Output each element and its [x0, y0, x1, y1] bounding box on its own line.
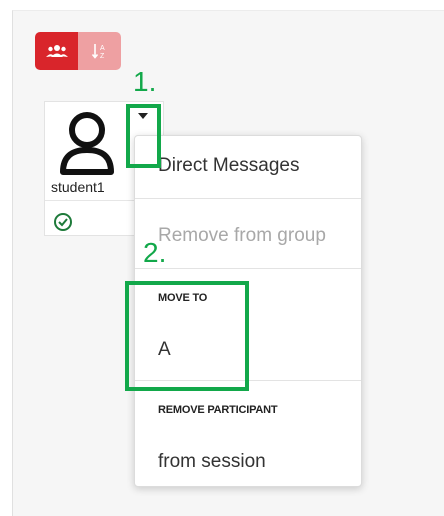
svg-text:A: A	[100, 45, 105, 52]
svg-text:Z: Z	[100, 53, 105, 60]
annotation-step1-label: 1.	[133, 66, 157, 97]
user-avatar-icon	[60, 112, 114, 175]
menu-divider	[135, 268, 361, 269]
participant-name: student1	[51, 179, 105, 195]
group-icon	[45, 45, 68, 57]
view-toggle: A Z	[35, 32, 121, 70]
remove-participant-header: REMOVE PARTICIPANT	[158, 404, 278, 416]
menu-divider	[135, 198, 361, 199]
check-circle-icon	[54, 213, 72, 231]
sort-button[interactable]: A Z	[78, 32, 121, 70]
remove-from-session-item[interactable]: from session	[158, 451, 266, 473]
annotation-step1-box	[126, 104, 161, 168]
direct-messages-item[interactable]: Direct Messages	[158, 155, 300, 177]
annotation-step2-label: 2.	[143, 237, 167, 268]
annotation-step2-box	[125, 281, 249, 391]
sort-alpha-icon: A Z	[91, 44, 105, 60]
remove-from-group-item: Remove from group	[158, 225, 326, 246]
group-view-button[interactable]	[35, 32, 78, 70]
